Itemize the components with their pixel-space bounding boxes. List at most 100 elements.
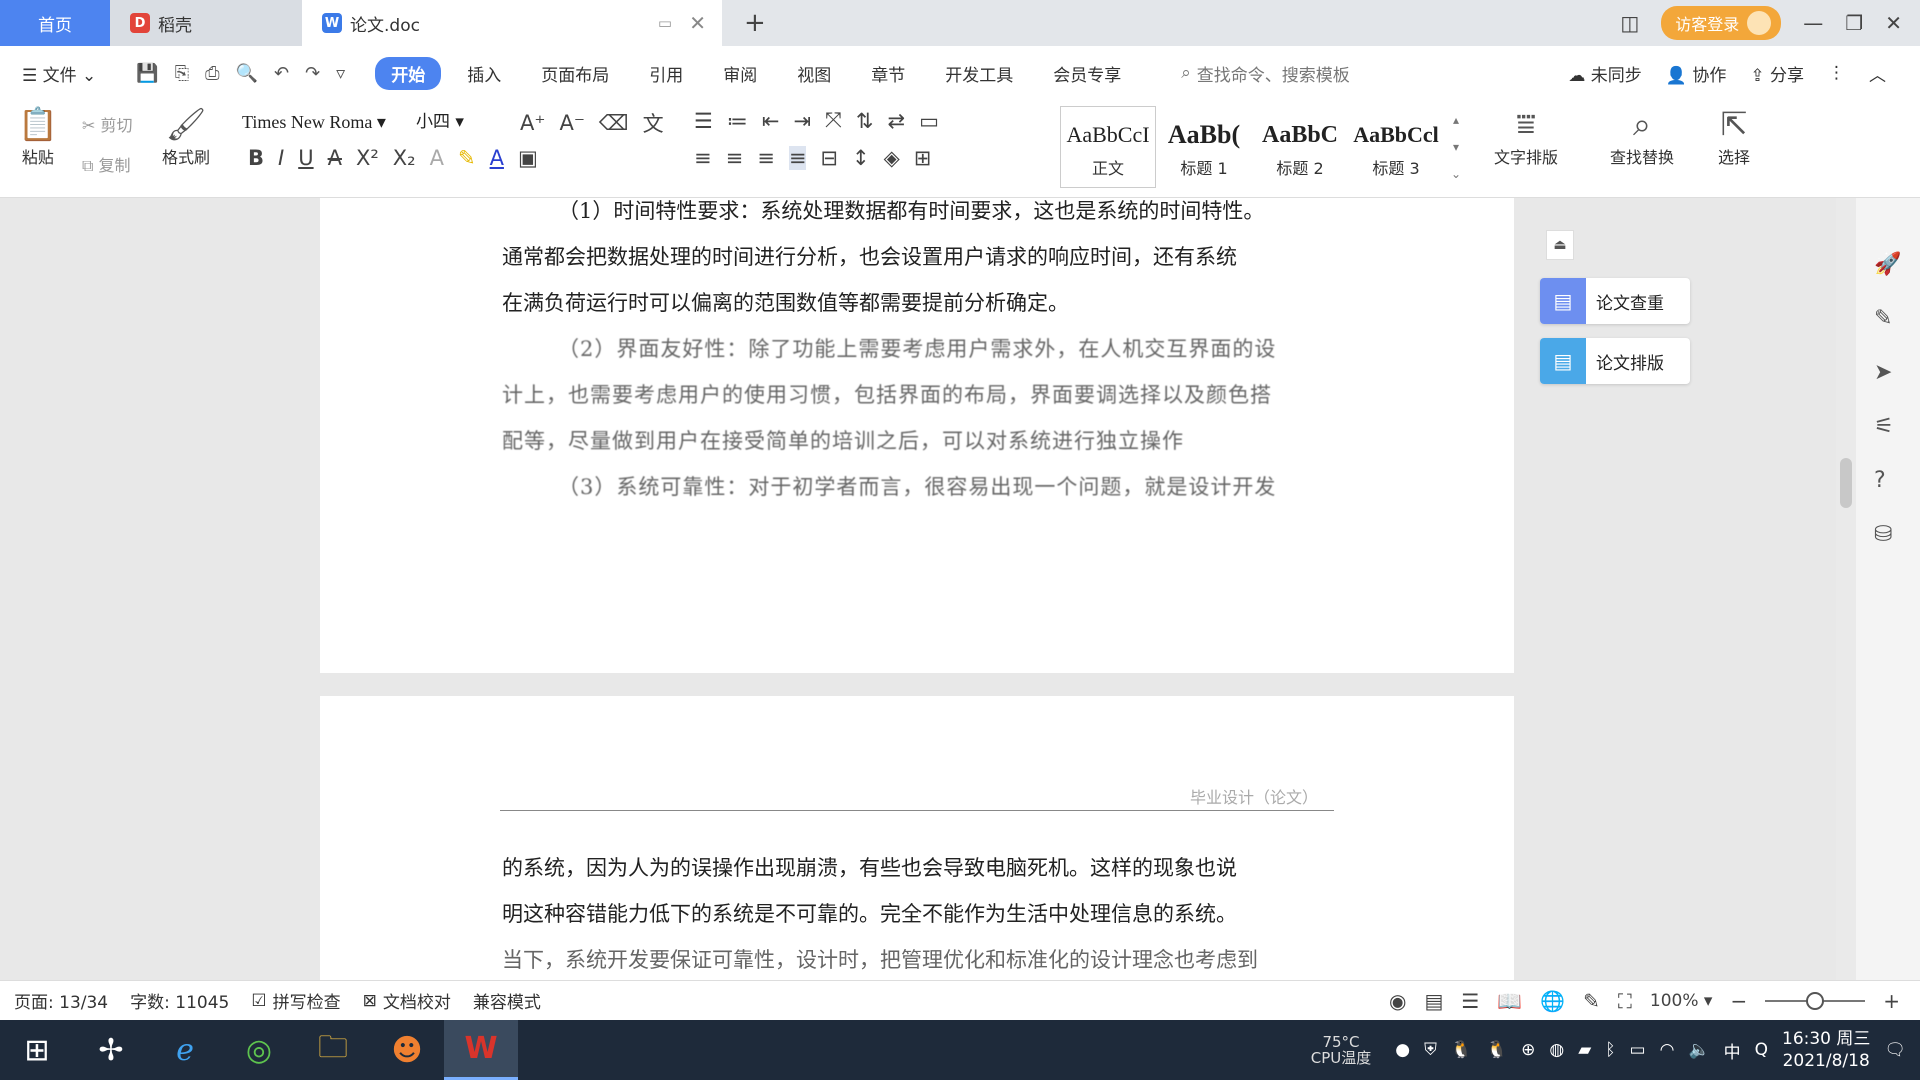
select-button[interactable]: ⇱ 选择 (1718, 104, 1750, 168)
paper-layout-button[interactable]: ▤ 论文排版 (1540, 338, 1690, 384)
ie-browser-icon[interactable]: ℯ (148, 1020, 222, 1080)
minimize-icon[interactable]: — (1803, 11, 1823, 35)
text-effect-icon[interactable]: A (430, 146, 444, 170)
layout-toggle-icon[interactable]: ◫ (1620, 11, 1639, 35)
tab-home[interactable]: 首页 (0, 0, 110, 46)
distributed-icon[interactable]: ⊟ (820, 146, 838, 170)
align-right-icon[interactable]: ≡ (757, 146, 775, 170)
redo-icon[interactable]: ↷ (305, 63, 320, 84)
proofread-button[interactable]: ⊠ 文档校对 (363, 988, 451, 1014)
battery-icon[interactable]: ▭ (1630, 1040, 1646, 1060)
print-preview-icon[interactable]: 🔍 (236, 63, 258, 84)
vertical-scrollbar[interactable] (1836, 198, 1856, 980)
font-family-select[interactable]: Times New Roma ▾ (236, 108, 408, 136)
menu-insert[interactable]: 插入 (467, 61, 501, 86)
wps-taskbar-icon[interactable]: W (444, 1020, 518, 1080)
fan-app-icon[interactable]: ✢ (74, 1020, 148, 1080)
collab-button[interactable]: 👤 协作 (1666, 61, 1727, 86)
increase-indent-icon[interactable]: ⇥ (793, 109, 811, 133)
backup-icon[interactable]: ⛁ (1874, 522, 1892, 547)
grow-font-icon[interactable]: A⁺ (520, 111, 545, 135)
rocket-icon[interactable]: 🚀 (1874, 252, 1901, 277)
underline-icon[interactable]: U (298, 146, 313, 170)
command-search[interactable]: ⌕ 查找命令、搜索模板 (1181, 61, 1350, 86)
notification-icon[interactable]: 🗨 (1884, 1040, 1906, 1060)
ime-indicator[interactable]: 中 (1724, 1038, 1741, 1063)
style-normal[interactable]: AaBbCcI 正文 (1060, 106, 1156, 188)
page-indicator[interactable]: 页面: 13/34 (14, 988, 108, 1013)
paste-button[interactable]: 📋 粘贴 (18, 104, 58, 168)
text-direction-icon[interactable]: ⇄ (887, 109, 905, 133)
pointer-icon[interactable]: ➤ (1874, 360, 1892, 385)
volume-icon[interactable]: 🔈 (1688, 1040, 1709, 1060)
menu-view[interactable]: 视图 (797, 61, 831, 86)
style-down-icon[interactable]: ▾ (1453, 140, 1459, 154)
paragraph[interactable]: 的系统，因为人为的误操作出现崩溃，有些也会导致电脑死机。这样的现象也说 明这种容… (502, 845, 1334, 983)
spell-check-button[interactable]: ☑ 拼写检查 (251, 988, 340, 1014)
search-tray-icon[interactable]: Q (1755, 1040, 1768, 1060)
menu-developer[interactable]: 开发工具 (945, 61, 1013, 86)
bold-icon[interactable]: B (248, 146, 264, 170)
menu-member[interactable]: 会员专享 (1053, 61, 1121, 86)
borders-icon[interactable]: ⊞ (914, 146, 932, 170)
style-up-icon[interactable]: ▴ (1453, 113, 1459, 127)
zoom-in-icon[interactable]: + (1883, 989, 1900, 1013)
decrease-indent-icon[interactable]: ⇤ (762, 109, 780, 133)
justify-icon[interactable]: ≡ (788, 146, 807, 170)
game-app-icon[interactable]: ☻ (370, 1020, 444, 1080)
sliders-icon[interactable]: ⚟ (1874, 414, 1894, 439)
write-mode-icon[interactable]: ✎ (1583, 989, 1600, 1013)
help-icon[interactable]: ? (1874, 468, 1886, 493)
windows-start-icon[interactable]: ⊞ (0, 1020, 74, 1080)
line-spacing-icon[interactable]: ↕ (852, 146, 870, 170)
share-button[interactable]: ⇪ 分享 (1750, 61, 1804, 86)
char-border-icon[interactable]: ▣ (518, 146, 538, 170)
menu-references[interactable]: 引用 (649, 61, 683, 86)
shield-icon[interactable]: ⛨ (1424, 1040, 1437, 1060)
customize-icon[interactable]: ▿ (336, 63, 345, 84)
style-heading-1[interactable]: AaBb( 标题 1 (1156, 106, 1252, 188)
zoom-out-icon[interactable]: − (1730, 989, 1747, 1013)
more-icon[interactable]: ⋮ (1828, 63, 1845, 83)
paragraph[interactable]: （2）界面友好性：除了功能上需要考虑用户需求外，在人机交互界面的设 计上，也需要… (502, 326, 1334, 510)
tab-docer[interactable]: D 稻壳 (110, 0, 302, 46)
qq-icon[interactable]: 🐧 (1451, 1040, 1472, 1060)
print-icon[interactable]: ⎙ (205, 63, 219, 84)
restore-icon[interactable]: ❐ (1845, 11, 1863, 35)
align-left-icon[interactable]: ≡ (694, 146, 712, 170)
subscript-icon[interactable]: X₂ (393, 146, 416, 170)
output-icon[interactable]: ⎘ (175, 63, 189, 84)
clock[interactable]: 16:30 周三 2021/8/18 (1782, 1028, 1870, 1072)
fit-page-icon[interactable]: ⛶ (1618, 989, 1632, 1013)
scroll-thumb[interactable] (1840, 458, 1852, 508)
strikethrough-icon[interactable]: A (328, 146, 342, 170)
menu-review[interactable]: 审阅 (723, 61, 757, 86)
pen-icon[interactable]: ✎ (1874, 306, 1892, 331)
italic-icon[interactable]: I (278, 146, 284, 170)
style-heading-2[interactable]: AaBbC 标题 2 (1252, 106, 1348, 188)
copy-button[interactable]: ⧉ 复制 (82, 152, 131, 176)
undo-icon[interactable]: ↶ (274, 63, 289, 84)
paragraph[interactable]: （1）时间特性要求：系统处理数据都有时间要求，这也是系统的时间特性。 通常都会把… (502, 188, 1334, 326)
chinese-layout-icon[interactable]: ⤧ (825, 108, 842, 133)
highlight-icon[interactable]: ✎ (458, 146, 476, 170)
phonetic-icon[interactable]: 文 (643, 108, 664, 138)
bullet-list-icon[interactable]: ☰ (694, 109, 713, 133)
close-window-icon[interactable]: ✕ (1885, 11, 1902, 35)
superscript-icon[interactable]: X² (356, 146, 379, 170)
file-explorer-icon[interactable]: 🗀 (296, 1020, 370, 1080)
font-color-icon[interactable]: A (490, 146, 504, 170)
tab-document[interactable]: W 论文.doc ▭ ✕ (302, 0, 722, 46)
qq-icon[interactable]: 🐧 (1486, 1040, 1507, 1060)
bluetooth-icon[interactable]: ᛒ (1605, 1040, 1615, 1060)
tray-app-icon[interactable]: ◍ (1549, 1040, 1564, 1060)
font-size-select[interactable]: 小四 ▾ (412, 108, 512, 136)
visitor-login-button[interactable]: 访客登录 (1661, 6, 1782, 40)
file-menu[interactable]: ☰ 文件 ⌄ (22, 61, 96, 86)
shrink-font-icon[interactable]: A⁻ (559, 111, 584, 135)
cut-button[interactable]: ✂ 剪切 (82, 112, 133, 136)
menu-section[interactable]: 章节 (871, 61, 905, 86)
zoom-slider[interactable] (1765, 992, 1866, 1010)
clear-format-icon[interactable]: ⌫ (599, 111, 629, 135)
window-mode-icon[interactable]: ▭ (658, 14, 672, 32)
